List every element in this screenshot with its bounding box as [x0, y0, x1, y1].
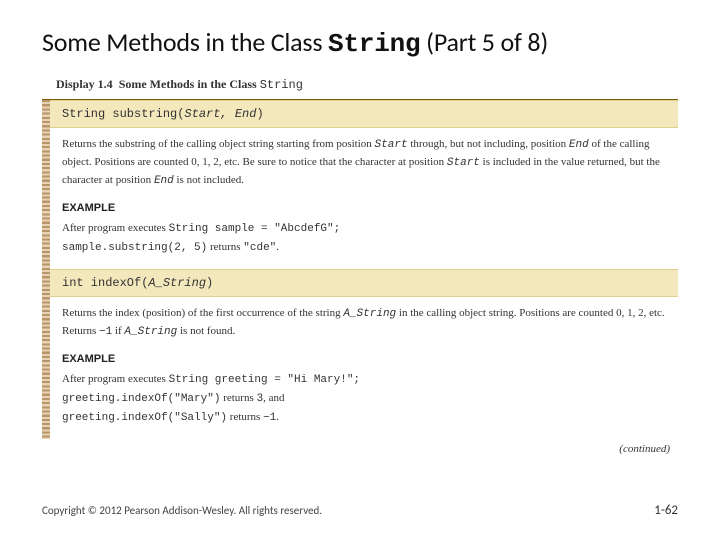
- display-caption-pre: Some Methods in the Class: [119, 77, 260, 91]
- display-label: Display 1.4: [56, 77, 113, 91]
- footer: Copyright © 2012 Pearson Addison-Wesley.…: [42, 503, 678, 518]
- title-post: (Part 5 of 8): [420, 26, 548, 58]
- title-mono: String: [328, 29, 420, 59]
- example-label: EXAMPLE: [50, 200, 678, 218]
- example-body-indexof: After program executes String greeting =…: [50, 369, 678, 439]
- sig-args: Start, End: [184, 107, 256, 121]
- sig-post: ): [206, 276, 213, 290]
- example-label: EXAMPLE: [50, 351, 678, 369]
- method-signature-substring: String substring(Start, End): [50, 100, 678, 128]
- sig-post: ): [256, 107, 263, 121]
- figure: Display 1.4 Some Methods in the Class St…: [42, 71, 678, 455]
- example-body-substring: After program executes String sample = "…: [50, 218, 678, 269]
- sig-pre: int indexOf(: [62, 276, 148, 290]
- method-desc-indexof: Returns the index (position) of the firs…: [50, 297, 678, 351]
- slide-title: Some Methods in the Class String (Part 5…: [42, 26, 678, 59]
- copyright: Copyright © 2012 Pearson Addison-Wesley.…: [42, 504, 322, 517]
- page-number: 1-62: [654, 503, 678, 518]
- sig-args: A_String: [148, 276, 206, 290]
- title-pre: Some Methods in the Class: [42, 26, 328, 58]
- display-caption: Display 1.4 Some Methods in the Class St…: [42, 71, 678, 100]
- method-signature-indexof: int indexOf(A_String): [50, 269, 678, 297]
- figure-body: String substring(Start, End) Returns the…: [42, 100, 678, 439]
- method-desc-substring: Returns the substring of the calling obj…: [50, 128, 678, 200]
- display-caption-mono: String: [260, 78, 303, 92]
- sig-pre: String substring(: [62, 107, 184, 121]
- slide: Some Methods in the Class String (Part 5…: [0, 0, 720, 540]
- continued-label: (continued): [42, 439, 678, 455]
